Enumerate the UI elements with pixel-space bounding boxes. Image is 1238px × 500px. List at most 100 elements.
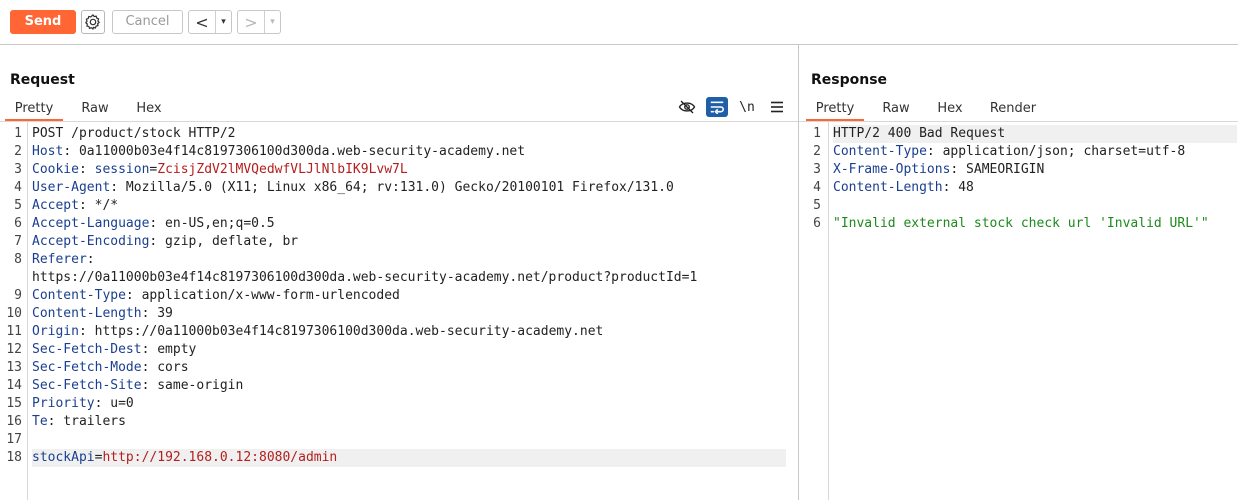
code-line[interactable]: Accept-Encoding: gzip, deflate, br: [32, 233, 298, 251]
response-gutter-border: [828, 122, 829, 500]
request-gutter-border: [27, 122, 28, 500]
send-button[interactable]: Send: [10, 10, 76, 34]
code-line[interactable]: Content-Length: 39: [32, 305, 173, 323]
code-text: : en-US,en;q=0.5: [149, 216, 275, 231]
code-text: HTTP/2 400 Bad Request: [833, 126, 1006, 141]
header-name: Host: [32, 144, 64, 159]
back-history-dropdown[interactable]: ▾: [215, 11, 231, 33]
response-panel-title: Response: [811, 72, 888, 88]
code-line[interactable]: Priority: u=0: [32, 395, 134, 413]
line-number: 12: [6, 342, 22, 357]
tab-response-hex[interactable]: Hex: [928, 99, 972, 121]
wrap-lines-icon: [710, 101, 724, 114]
code-text: : trailers: [47, 414, 126, 429]
line-number: 17: [6, 432, 22, 447]
toolbar: Send Cancel < ▾ > ▾: [0, 0, 1238, 45]
line-number: 1: [813, 126, 821, 141]
code-line[interactable]: stockApi=http://192.168.0.12:8080/admin: [32, 449, 786, 467]
hamburger-menu-icon: [771, 101, 783, 113]
header-name: Sec-Fetch-Site: [32, 378, 142, 393]
request-menu-button[interactable]: [766, 97, 788, 117]
line-number: 15: [6, 396, 22, 411]
line-number: 1: [14, 126, 22, 141]
request-tabs: Pretty Raw Hex: [5, 99, 171, 121]
code-text: : 39: [141, 306, 173, 321]
code-text: : cors: [141, 360, 189, 375]
request-panel-title: Request: [10, 72, 75, 88]
settings-button[interactable]: [81, 10, 105, 34]
code-text: : 48: [942, 180, 974, 195]
code-text: : https://0a11000b03e4f14c8197306100d300…: [78, 324, 604, 339]
header-name: Priority: [32, 396, 95, 411]
code-text: : Mozilla/5.0 (X11; Linux x86_64; rv:131…: [110, 180, 674, 195]
code-line[interactable]: Host: 0a11000b03e4f14c8197306100d300da.w…: [32, 143, 525, 161]
tab-response-render[interactable]: Render: [972, 99, 1054, 121]
code-text: :: [86, 252, 95, 267]
cancel-button[interactable]: Cancel: [112, 10, 183, 34]
back-button-group: < ▾: [188, 10, 232, 34]
tab-request-hex[interactable]: Hex: [127, 99, 171, 121]
line-number: 18: [6, 450, 22, 465]
tab-request-pretty[interactable]: Pretty: [5, 99, 63, 121]
line-number: 4: [813, 180, 821, 195]
line-number: 11: [6, 324, 22, 339]
line-number: 13: [6, 360, 22, 375]
header-name: session: [94, 162, 150, 177]
code-line[interactable]: Content-Type: application/json; charset=…: [833, 143, 1185, 161]
tab-request-raw[interactable]: Raw: [63, 99, 127, 121]
code-text: : */*: [78, 198, 119, 213]
line-number: 6: [813, 216, 821, 231]
code-line[interactable]: Cookie: session=ZcisjZdV2lMVQedwfVLJlNlb…: [32, 161, 408, 179]
code-line[interactable]: X-Frame-Options: SAMEORIGIN: [833, 161, 1044, 179]
code-line[interactable]: Referer:: [32, 251, 95, 269]
code-line[interactable]: Sec-Fetch-Mode: cors: [32, 359, 189, 377]
code-line[interactable]: Origin: https://0a11000b03e4f14c81973061…: [32, 323, 603, 341]
header-name: Cookie: [32, 162, 79, 177]
hide-nonprintable-toggle[interactable]: [676, 97, 698, 117]
code-text: : same-origin: [141, 378, 244, 393]
code-line[interactable]: POST /product/stock HTTP/2: [32, 125, 236, 143]
code-text: https://0a11000b03e4f14c8197306100d300da…: [32, 270, 698, 285]
line-number: 5: [14, 198, 22, 213]
word-wrap-toggle[interactable]: [706, 97, 728, 117]
forward-arrow-icon[interactable]: >: [238, 11, 264, 33]
response-tab-bar-border: [799, 121, 1238, 122]
line-number: 16: [6, 414, 22, 429]
header-name: Accept-Encoding: [32, 234, 150, 249]
string-literal: "Invalid external stock check url 'Inval…: [833, 216, 1209, 231]
code-line[interactable]: User-Agent: Mozilla/5.0 (X11; Linux x86_…: [32, 179, 674, 197]
line-number: 2: [14, 144, 22, 159]
code-text: : u=0: [94, 396, 134, 411]
code-line[interactable]: https://0a11000b03e4f14c8197306100d300da…: [32, 269, 697, 287]
header-name: Origin: [32, 324, 79, 339]
tab-response-pretty[interactable]: Pretty: [806, 99, 864, 121]
line-number: 7: [14, 234, 22, 249]
panel-divider[interactable]: [798, 45, 799, 500]
code-line[interactable]: Content-Type: application/x-www-form-url…: [32, 287, 400, 305]
code-line[interactable]: "Invalid external stock check url 'Inval…: [833, 215, 1209, 233]
line-number: 3: [813, 162, 821, 177]
code-text: : 0a11000b03e4f14c8197306100d300da.web-s…: [63, 144, 526, 159]
header-name: Content-Length: [833, 180, 943, 195]
header-name: Content-Length: [32, 306, 142, 321]
code-line[interactable]: Sec-Fetch-Site: same-origin: [32, 377, 243, 395]
code-line[interactable]: Accept-Language: en-US,en;q=0.5: [32, 215, 275, 233]
back-arrow-icon[interactable]: <: [189, 11, 215, 33]
header-name: Te: [32, 414, 48, 429]
show-newlines-toggle[interactable]: \n: [736, 97, 758, 117]
code-line[interactable]: HTTP/2 400 Bad Request: [833, 125, 1237, 143]
code-line[interactable]: Sec-Fetch-Dest: empty: [32, 341, 196, 359]
line-number: 4: [14, 180, 22, 195]
code-text: : gzip, deflate, br: [149, 234, 299, 249]
code-line[interactable]: Content-Length: 48: [833, 179, 974, 197]
header-name: Referer: [32, 252, 87, 267]
request-editor-tools: \n: [676, 96, 796, 118]
line-number: 6: [14, 216, 22, 231]
code-line[interactable]: Accept: */*: [32, 197, 118, 215]
code-line[interactable]: Te: trailers: [32, 413, 126, 431]
line-number: 2: [813, 144, 821, 159]
line-number: 14: [6, 378, 22, 393]
forward-history-dropdown[interactable]: ▾: [264, 11, 280, 33]
tab-response-raw[interactable]: Raw: [864, 99, 928, 121]
header-name: Accept-Language: [32, 216, 150, 231]
